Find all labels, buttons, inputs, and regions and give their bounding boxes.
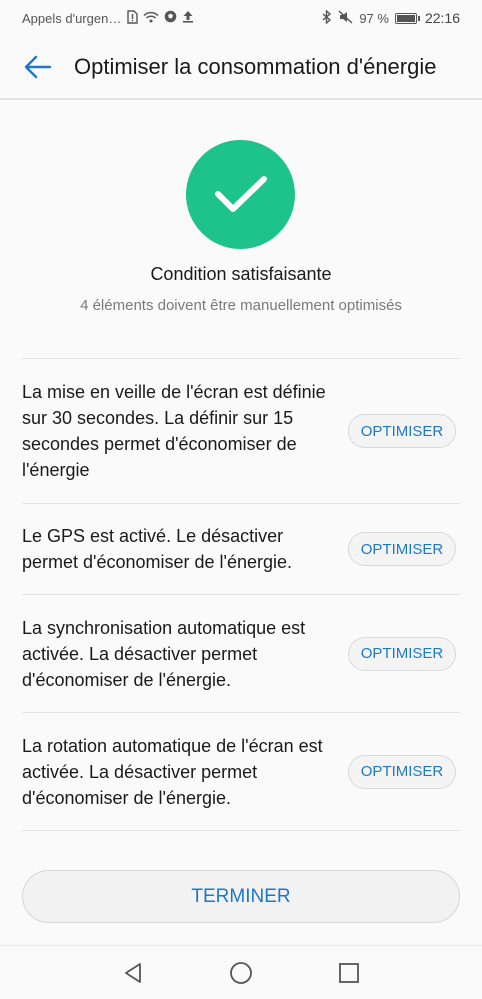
nav-back-button[interactable] [120,960,146,986]
back-arrow-icon [24,55,52,79]
check-icon [214,175,267,212]
triangle-back-icon [125,962,141,983]
clock: 22:16 [424,10,460,26]
status-bar: Appels d'urgen… 97 % 22:16 [0,0,482,36]
optimize-button-screen-timeout[interactable]: OPTIMISER [348,414,456,448]
issue-text: La rotation automatique de l'écran est a… [22,735,323,808]
wifi-icon [143,11,159,26]
nav-recents-button[interactable] [336,960,362,986]
issue-row-auto-sync: La synchronisation automatique est activ… [22,595,460,713]
app-bar: Optimiser la consommation d'énergie [0,36,482,100]
nav-home-button[interactable] [228,960,254,986]
battery-text: 97 % [359,10,389,26]
circle-home-icon [230,961,252,984]
bluetooth-icon [322,8,332,27]
issue-row-auto-rotate: La rotation automatique de l'écran est a… [22,713,460,831]
issue-list: La mise en veille de l'écran est définie… [22,358,460,831]
issue-text: Le GPS est activé. Le désactiver permet … [22,526,293,572]
issue-row-screen-timeout: La mise en veille de l'écran est définie… [22,359,460,504]
issue-text: La mise en veille de l'écran est définie… [22,382,326,480]
success-badge [186,140,295,249]
carrier-text: Appels d'urgen… [22,10,122,26]
status-subtitle: 4 éléments doivent être manuellement opt… [80,297,402,314]
mute-icon [338,9,353,27]
status-right: 97 % 22:16 [322,8,460,27]
battery-icon [394,12,420,24]
upload-icon [182,10,194,26]
status-left: Appels d'urgen… [22,9,194,27]
optimize-button-auto-rotate[interactable]: OPTIMISER [348,754,456,789]
status-title: Condition satisfaisante [150,264,332,284]
soccer-ball-icon [164,10,177,26]
battery-level-fill [396,14,415,22]
finish-button[interactable]: TERMINER [22,870,460,923]
optimize-button-gps[interactable]: OPTIMISER [348,532,456,566]
back-button[interactable] [22,51,54,83]
alert-sim-icon [126,9,139,27]
issue-text: La synchronisation automatique est activ… [22,617,306,690]
square-recents-icon [339,962,359,983]
optimize-button-auto-sync[interactable]: OPTIMISER [348,636,456,671]
navigation-bar [0,945,482,999]
page-title: Optimiser la consommation d'énergie [74,54,437,79]
issue-row-gps: Le GPS est activé. Le désactiver permet … [22,504,460,595]
